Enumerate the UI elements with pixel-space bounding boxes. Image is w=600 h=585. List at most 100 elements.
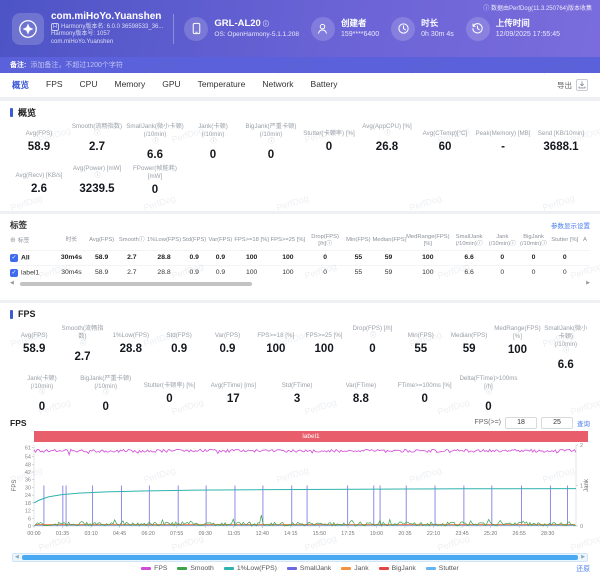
duration-label: 时长 <box>421 18 454 29</box>
metric-value: 3 <box>265 393 329 405</box>
svg-text:19:00: 19:00 <box>370 531 383 537</box>
info-icon[interactable]: ⓘ <box>103 390 109 398</box>
info-icon[interactable]: ⓘ <box>152 139 158 147</box>
cell-value: 100 <box>270 250 306 265</box>
scroll-left-icon[interactable]: ◀ <box>10 280 14 286</box>
tab-Network[interactable]: Network <box>262 79 293 91</box>
legend-marker <box>379 567 389 570</box>
label-name-cell: ✓label1 <box>10 265 56 280</box>
device-name: GRL-AL20 <box>214 18 260 29</box>
scroll-left-icon[interactable]: ◀ <box>15 554 19 561</box>
upload-time-value: 12/09/2025 17:55:45 <box>496 30 560 39</box>
legend-item-Smooth[interactable]: Smooth <box>177 565 213 572</box>
svg-text:25:20: 25:20 <box>484 531 497 537</box>
export-icon[interactable] <box>576 79 588 91</box>
note-label: 备注: <box>10 60 26 70</box>
metric: Stutter(卡顿率) [%]0 <box>138 375 202 413</box>
row-checkbox[interactable]: ✓ <box>10 269 18 277</box>
tab-Memory[interactable]: Memory <box>115 79 146 91</box>
metric-value: 100 <box>252 343 300 355</box>
info-icon[interactable]: ⓘ <box>80 341 86 349</box>
param-display-settings-link[interactable]: 参数显示设置 <box>551 220 590 230</box>
metric-label: Avg(CTemp)[°C] <box>416 123 474 138</box>
svg-text:Jank: Jank <box>584 478 590 492</box>
info-icon[interactable]: ⓘ <box>486 390 492 398</box>
cell-value: 55 <box>344 265 372 280</box>
metric-label: Peak(Memory) [MB] <box>474 123 532 138</box>
cell-value: 30m4s <box>56 250 86 265</box>
fps-threshold-input-2[interactable] <box>541 417 573 429</box>
svg-text:36: 36 <box>25 477 31 483</box>
tab-Temperature[interactable]: Temperature <box>198 79 246 91</box>
info-icon[interactable]: ⓘ <box>94 173 100 181</box>
legend-item-BigJank[interactable]: BigJank <box>379 565 416 572</box>
restore-link[interactable]: 还原 <box>576 563 590 573</box>
info-icon[interactable]: ⓘ <box>210 139 216 147</box>
metric-value: 0 <box>74 401 138 413</box>
cell-value: 28.8 <box>147 250 181 265</box>
cell-value: 0 <box>517 265 549 280</box>
chart-hscrollbar[interactable]: ◀ ▶ <box>12 553 588 562</box>
tab-Battery[interactable]: Battery <box>311 79 338 91</box>
labels-title: 标签 <box>10 219 27 231</box>
legend-item-Stutter[interactable]: Stutter <box>426 565 459 572</box>
metric-label: SmallJank(微小卡顿) (/10min)ⓘ <box>542 325 590 356</box>
cell-value: 59 <box>372 250 404 265</box>
info-icon[interactable]: ⓘ <box>39 390 45 398</box>
svg-text:18: 18 <box>25 501 31 507</box>
column-header: Std(FPS) <box>181 232 207 250</box>
tab-FPS[interactable]: FPS <box>46 79 63 91</box>
export-button[interactable]: 导出 <box>557 80 572 91</box>
metric-label: MedRange(FPS)[%] <box>493 325 541 341</box>
legend-item-1%Low(FPS)[interactable]: 1%Low(FPS) <box>224 565 277 572</box>
legend-item-SmallJank[interactable]: SmallJank <box>287 565 331 572</box>
overview-metrics-row2: Avg(Recv) [KB/s]2.6Avg(Power) [mW]ⓘ3239.… <box>10 165 590 196</box>
fps-metrics-row1: Avg(FPS)58.9Smooth(流畅指数)ⓘ2.71%Low(FPS)28… <box>10 325 590 371</box>
duration-value: 0h 30m 4s <box>421 30 454 39</box>
tab-概览[interactable]: 概览 <box>12 79 29 91</box>
legend-marker <box>177 567 187 570</box>
note-bar[interactable]: 备注: 添加备注，不超过1200个字符 <box>0 57 600 73</box>
device-group: GRL-AL20ⓘ OS: OpenHarmony-5.1.1.208 <box>184 17 299 41</box>
metric: Min(FPS)55 <box>397 325 445 371</box>
hscroll-thumb[interactable] <box>20 282 252 286</box>
fps-chart-svg: 0612182430364248546101200:0001:3503:1004… <box>10 442 590 546</box>
info-icon[interactable]: ⓘ <box>563 348 569 356</box>
metric-value: 0.9 <box>203 343 251 355</box>
add-label-icon[interactable]: ⊕ <box>10 237 16 244</box>
info-icon[interactable]: ⓘ <box>370 333 376 341</box>
table-row: ✓label130m4s58.92.728.80.90.910010005559… <box>10 265 590 280</box>
column-header: ⊕标签 <box>10 232 56 250</box>
cell-value: 0.9 <box>181 265 207 280</box>
column-header: Median(FPS) <box>372 232 404 250</box>
scroll-right-icon[interactable]: ▶ <box>581 554 585 561</box>
metric-label: Jank(卡顿) (/10min)ⓘ <box>184 123 242 146</box>
metric: Std(FPS)0.9 <box>155 325 203 371</box>
svg-text:01:35: 01:35 <box>56 531 69 537</box>
legend-item-Jank[interactable]: Jank <box>341 565 368 572</box>
metric-label: 1%Low(FPS) <box>107 325 155 340</box>
fps-filter-query-link[interactable]: 查询 <box>577 418 590 428</box>
scroll-right-icon[interactable]: ▶ <box>586 280 590 286</box>
tab-CPU[interactable]: CPU <box>80 79 98 91</box>
metric-value: 0 <box>138 393 202 405</box>
column-header: A <box>580 232 590 250</box>
metric: BigJank(严重卡顿) (/10min)ⓘ0 <box>242 123 300 161</box>
metric-value: 100 <box>300 343 348 355</box>
info-icon[interactable]: ⓘ <box>94 131 100 139</box>
fps-chart[interactable]: 0612182430364248546101200:0001:3503:1004… <box>10 442 590 551</box>
cell-value: 0 <box>517 250 549 265</box>
info-icon[interactable]: ⓘ <box>384 131 390 139</box>
column-header: Avg(FPS) <box>87 232 117 250</box>
row-checkbox[interactable]: ✓ <box>10 254 18 262</box>
tab-GPU[interactable]: GPU <box>162 79 180 91</box>
device-info-icon[interactable]: ⓘ <box>263 22 269 28</box>
fps-section: FPS Avg(FPS)58.9Smooth(流畅指数)ⓘ2.71%Low(FP… <box>0 303 600 585</box>
chart-scroll-thumb[interactable] <box>22 555 578 560</box>
svg-text:06:20: 06:20 <box>142 531 155 537</box>
info-icon[interactable]: ⓘ <box>268 139 274 147</box>
legend-item-FPS[interactable]: FPS <box>141 565 167 572</box>
labels-hscrollbar[interactable]: ◀ ▶ <box>10 281 590 287</box>
fps-threshold-input-1[interactable] <box>505 417 537 429</box>
cell-value <box>580 265 590 280</box>
